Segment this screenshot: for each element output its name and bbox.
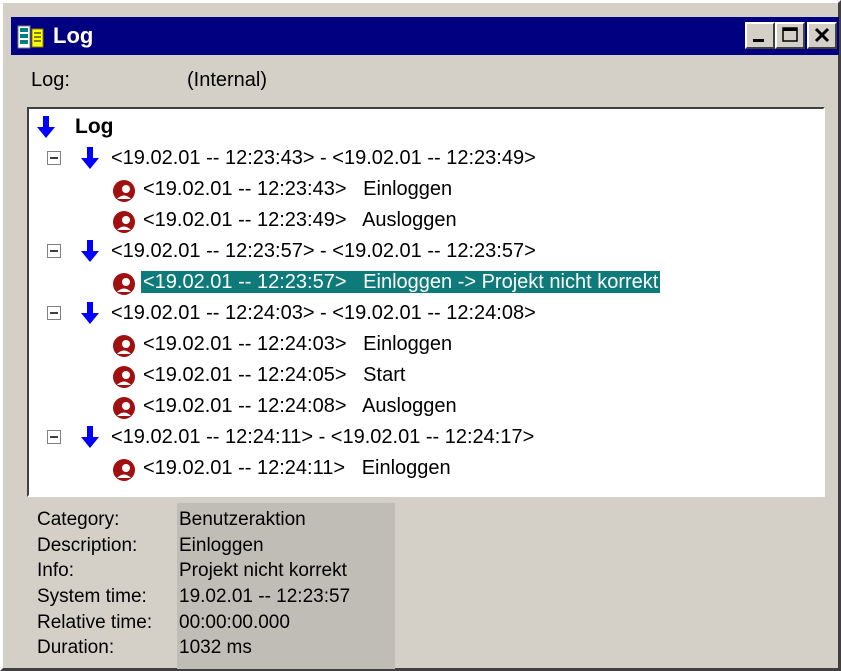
title-bar[interactable]: Log <box>11 17 839 55</box>
user-icon <box>113 273 135 295</box>
detail-description: Description: Einloggen <box>37 535 437 561</box>
entry-time: <19.02.01 -- 12:23:43> <box>143 178 347 200</box>
detail-value: Einloggen <box>179 535 264 556</box>
maximize-button[interactable] <box>775 22 805 49</box>
detail-info: Info: Projekt nicht korrekt <box>37 560 437 586</box>
entry-action: Einloggen -> Projekt nicht korrekt <box>363 271 659 293</box>
close-icon <box>814 27 830 43</box>
tree-group[interactable]: <19.02.01 -- 12:23:43> - <19.02.01 -- 12… <box>29 144 819 174</box>
tree-root[interactable]: Log <box>29 113 819 143</box>
log-entry[interactable]: <19.02.01 -- 12:24:05> Start <box>29 361 819 391</box>
tree-group-label: <19.02.01 -- 12:23:57> - <19.02.01 -- 12… <box>111 240 536 262</box>
down-arrow-icon <box>81 147 99 169</box>
down-arrow-icon <box>37 116 55 138</box>
detail-relative-time: Relative time: 00:00:00.000 <box>37 612 437 638</box>
log-source-value[interactable]: (Internal) <box>187 69 267 92</box>
log-window: Log Log: (Internal) Log <19.02.01 -- 12:… <box>0 0 841 671</box>
user-icon <box>113 459 135 481</box>
detail-value: 1032 ms <box>179 637 252 658</box>
maximize-icon <box>782 27 798 42</box>
tree-root-label: Log <box>75 115 114 138</box>
user-icon <box>113 180 135 202</box>
detail-key: Info: <box>37 560 74 581</box>
detail-key: Relative time: <box>37 612 153 633</box>
detail-key: Category: <box>37 509 120 530</box>
log-entry[interactable]: <19.02.01 -- 12:23:49> Ausloggen <box>29 206 819 236</box>
tree-group-label: <19.02.01 -- 12:23:43> - <19.02.01 -- 12… <box>111 147 536 169</box>
detail-value: Benutzeraktion <box>179 509 306 530</box>
entry-time: <19.02.01 -- 12:24:11> <box>143 457 346 479</box>
entry-action: Einloggen <box>363 333 453 355</box>
log-entry[interactable]: <19.02.01 -- 12:24:08> Ausloggen <box>29 392 819 422</box>
down-arrow-icon <box>81 302 99 324</box>
log-tree[interactable]: Log <19.02.01 -- 12:23:43> - <19.02.01 -… <box>27 107 825 497</box>
detail-value: Projekt nicht korrekt <box>179 560 347 581</box>
collapse-icon[interactable] <box>47 244 61 258</box>
entry-action: Ausloggen <box>362 209 457 231</box>
detail-duration: Duration: 1032 ms <box>37 637 437 663</box>
minimize-icon <box>753 39 764 42</box>
detail-key: Duration: <box>37 637 115 658</box>
user-icon <box>113 397 135 419</box>
tree-group-label: <19.02.01 -- 12:24:11> - <19.02.01 -- 12… <box>111 426 535 448</box>
entry-time: <19.02.01 -- 12:24:03> <box>143 333 347 355</box>
tree-group[interactable]: <19.02.01 -- 12:23:57> - <19.02.01 -- 12… <box>29 237 819 267</box>
entry-time: <19.02.01 -- 12:23:49> <box>143 209 347 231</box>
down-arrow-icon <box>81 426 99 448</box>
close-button[interactable] <box>807 22 837 49</box>
user-icon <box>113 211 135 233</box>
entry-time: <19.02.01 -- 12:24:08> <box>143 395 347 417</box>
collapse-icon[interactable] <box>47 306 61 320</box>
detail-key: System time: <box>37 586 147 607</box>
minimize-button[interactable] <box>745 22 775 49</box>
detail-key: Description: <box>37 535 138 556</box>
log-book-icon <box>17 25 44 49</box>
detail-category: Category: Benutzeraktion <box>37 509 437 535</box>
entry-action: Einloggen <box>361 457 451 479</box>
collapse-icon[interactable] <box>47 430 61 444</box>
tree-group-label: <19.02.01 -- 12:24:03> - <19.02.01 -- 12… <box>111 302 536 324</box>
tree-group[interactable]: <19.02.01 -- 12:24:03> - <19.02.01 -- 12… <box>29 299 819 329</box>
down-arrow-icon <box>81 240 99 262</box>
log-entry-selected[interactable]: <19.02.01 -- 12:23:57> Einloggen -> Proj… <box>29 268 819 298</box>
collapse-icon[interactable] <box>47 151 61 165</box>
tree-group[interactable]: <19.02.01 -- 12:24:11> - <19.02.01 -- 12… <box>29 423 819 453</box>
log-label: Log: <box>31 69 70 91</box>
entry-time: <19.02.01 -- 12:24:05> <box>143 364 347 386</box>
detail-system-time: System time: 19.02.01 -- 12:23:57 <box>37 586 437 612</box>
log-entry[interactable]: <19.02.01 -- 12:24:03> Einloggen <box>29 330 819 360</box>
user-icon <box>113 335 135 357</box>
entry-action: Einloggen <box>363 178 453 200</box>
log-entry[interactable]: <19.02.01 -- 12:23:43> Einloggen <box>29 175 819 205</box>
entry-action: Start <box>363 364 406 386</box>
entry-time: <19.02.01 -- 12:23:57> <box>143 271 347 293</box>
window-title: Log <box>53 23 94 48</box>
log-entry[interactable]: <19.02.01 -- 12:24:11> Einloggen <box>29 454 819 484</box>
user-icon <box>113 366 135 388</box>
detail-value: 00:00:00.000 <box>179 612 290 633</box>
entry-action: Ausloggen <box>362 395 457 417</box>
detail-value: 19.02.01 -- 12:23:57 <box>179 586 351 607</box>
